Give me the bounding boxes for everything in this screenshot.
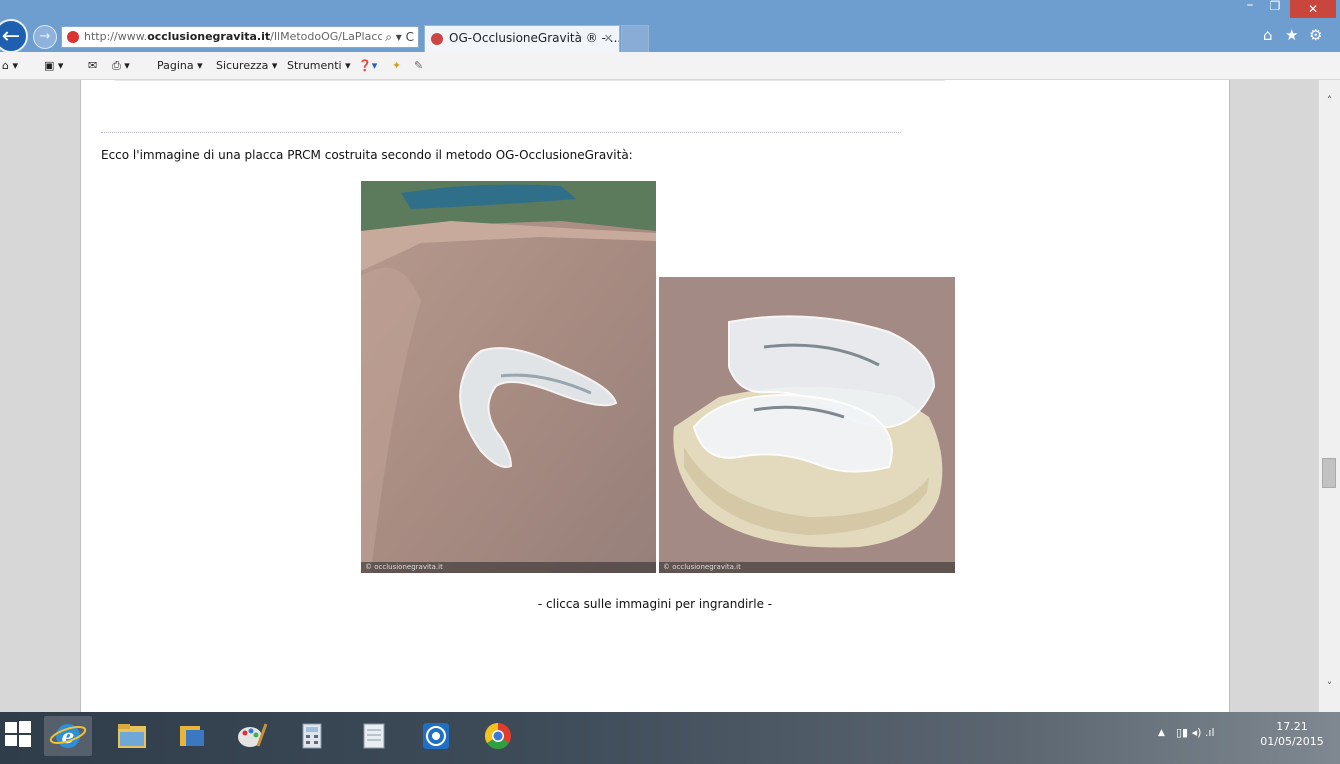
vertical-scrollbar[interactable]: ˄ ˅	[1318, 80, 1340, 712]
close-button[interactable]: ✕	[1290, 0, 1336, 18]
taskbar-outlook[interactable]	[168, 716, 216, 756]
taskbar: e ▲ ▯▮ ◂) .ıl 17.21 01/05/2015	[0, 712, 1340, 764]
internet-explorer-icon: e	[49, 724, 87, 748]
tab-favicon-icon	[431, 33, 443, 45]
forward-button[interactable]: →	[33, 25, 57, 49]
research-icon[interactable]: ✦	[392, 59, 401, 72]
calculator-icon	[302, 723, 322, 749]
scroll-thumb[interactable]	[1322, 458, 1336, 488]
chrome-icon	[484, 722, 511, 750]
media-center-icon	[423, 723, 449, 749]
home-menu-icon[interactable]: ⌂ ▾	[2, 59, 18, 72]
top-divider	[115, 80, 945, 81]
title-bar: ← → http://www.occlusionegravita.it/IlMe…	[0, 0, 1340, 53]
page-menu[interactable]: Pagina ▾	[157, 59, 203, 72]
home-icon[interactable]: ⌂	[1263, 26, 1273, 44]
url-domain: occlusionegravita.it	[147, 30, 271, 43]
minimize-button[interactable]: –	[1238, 0, 1262, 17]
command-bar: ⌂ ▾ ▣ ▾ ✉ ⎙ ▾ Pagina ▾ Sicurezza ▾ Strum…	[0, 52, 1340, 80]
scroll-down-icon[interactable]: ˅	[1319, 680, 1340, 696]
tray-expand-icon[interactable]: ▲	[1158, 728, 1165, 738]
plate-photo-2-image	[659, 277, 955, 573]
taskbar-file-explorer[interactable]	[108, 716, 156, 756]
scroll-up-icon[interactable]: ˄	[1319, 94, 1340, 110]
taskbar-calculator[interactable]	[288, 716, 336, 756]
back-arrow-icon: ←	[1, 24, 21, 49]
url-prefix: http://www.	[84, 30, 148, 43]
feeds-icon[interactable]: ▣ ▾	[44, 59, 63, 72]
page-viewport: Ecco l'immagine di una placca PRCM costr…	[0, 80, 1340, 712]
paint-palette-icon	[238, 723, 268, 747]
clock-time: 17.21	[1276, 720, 1308, 733]
dotted-divider	[101, 132, 901, 133]
tab-close-icon[interactable]: ✕	[604, 26, 613, 51]
maximize-button[interactable]: ❐	[1262, 0, 1288, 17]
taskbar-internet-explorer[interactable]: e	[44, 716, 92, 756]
back-button[interactable]: ←	[0, 19, 28, 53]
right-margin	[1230, 80, 1318, 712]
mail-icon[interactable]: ✉	[88, 59, 97, 72]
extensions-icon[interactable]: ✎	[414, 59, 423, 72]
site-favicon-icon	[67, 31, 79, 43]
taskbar-notepad[interactable]	[350, 716, 398, 756]
notepad-icon	[363, 723, 385, 749]
plate-photo-1-image	[361, 181, 656, 573]
plate-photo-1[interactable]: © occlusionegravita.it	[361, 181, 656, 573]
clock[interactable]: 17.21 01/05/2015	[1254, 719, 1330, 749]
outlook-icon	[180, 726, 204, 746]
intro-text: Ecco l'immagine di una placca PRCM costr…	[101, 148, 633, 162]
forward-arrow-icon: →	[39, 29, 51, 44]
safety-menu[interactable]: Sicurezza ▾	[216, 59, 277, 72]
tab-occlusionegravita[interactable]: OG-OcclusioneGravità ® - ... ✕	[424, 25, 620, 52]
search-refresh-icon[interactable]: ⌕ ▾ C	[382, 27, 414, 47]
tools-menu[interactable]: Strumenti ▾	[287, 59, 351, 72]
url-path: /IlMetodoOG/LaPlacc	[270, 30, 384, 43]
windows-start-icon[interactable]	[4, 720, 32, 748]
plate-photo-2[interactable]: © occlusionegravita.it	[659, 277, 955, 573]
tools-gear-icon[interactable]: ⚙	[1309, 26, 1322, 44]
photo-2-watermark: © occlusionegravita.it	[659, 562, 955, 573]
image-caption: - clicca sulle immagini per ingrandirle …	[537, 597, 773, 611]
new-tab-button[interactable]	[621, 25, 649, 52]
folder-icon	[118, 724, 146, 748]
taskbar-media-center[interactable]	[412, 716, 460, 756]
print-icon[interactable]: ⎙ ▾	[112, 59, 130, 73]
taskbar-paint[interactable]	[228, 716, 276, 756]
photo-1-watermark: © occlusionegravita.it	[361, 562, 656, 573]
help-icon[interactable]: ❓▾	[358, 59, 377, 72]
tab-title: OG-OcclusioneGravità ® - ...	[449, 31, 620, 45]
favorites-star-icon[interactable]: ★	[1285, 26, 1298, 44]
clock-date: 01/05/2015	[1260, 735, 1324, 748]
address-bar[interactable]: http://www.occlusionegravita.it/IlMetodo…	[61, 26, 419, 48]
page-content: Ecco l'immagine di una placca PRCM costr…	[95, 80, 1215, 712]
page-frame: Ecco l'immagine di una placca PRCM costr…	[80, 80, 1230, 712]
system-tray-icons[interactable]: ▯▮ ◂) .ıl	[1176, 726, 1215, 739]
taskbar-chrome[interactable]	[474, 716, 522, 756]
